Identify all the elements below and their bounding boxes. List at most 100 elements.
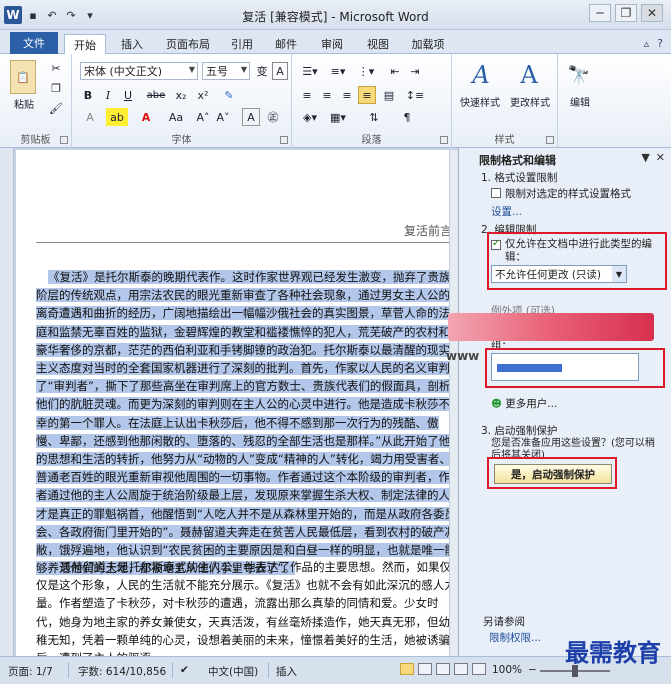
tab-page-layout[interactable]: 页面布局	[158, 34, 218, 54]
font-name-value: 宋体 (中文正文)	[84, 65, 163, 78]
format-settings-link[interactable]: 设置...	[491, 204, 522, 219]
tab-home[interactable]: 开始	[64, 34, 106, 55]
zoom-level[interactable]: 100%	[492, 664, 522, 676]
status-separator	[172, 662, 173, 678]
font-name-combo[interactable]: 宋体 (中文正文) ▼	[80, 62, 198, 80]
chevron-down-icon: ▼	[240, 65, 247, 74]
page-count[interactable]: 页面: 1/7	[8, 664, 53, 679]
draft-view-icon[interactable]	[472, 663, 486, 675]
help-icon[interactable]: ?	[657, 37, 663, 50]
highlight-box-editing	[487, 232, 667, 290]
users-icon: ☻	[491, 398, 502, 410]
web-layout-view-icon[interactable]	[436, 663, 450, 675]
font-size-value: 五号	[206, 65, 228, 78]
font-launcher-icon[interactable]	[280, 136, 288, 144]
tab-file[interactable]: 文件	[10, 32, 58, 54]
pane-controls: ▼ ✕	[641, 151, 665, 164]
document-paragraph-2[interactable]: 聂赫留道夫是托尔斯泰式的主人公，他表达了作品的主要思想。然而，如果仅仅是这个形象…	[36, 558, 458, 656]
enclose-char-icon[interactable]: ㊣	[264, 108, 282, 126]
change-styles-button[interactable]: 更改样式	[504, 94, 556, 109]
tab-view[interactable]: 视图	[360, 34, 396, 54]
borders-icon[interactable]: ▦▾	[326, 108, 350, 126]
word-count[interactable]: 字数: 614/10,856	[78, 664, 166, 679]
insert-mode[interactable]: 插入	[276, 664, 297, 679]
tab-review[interactable]: 审阅	[314, 34, 350, 54]
quick-styles-button[interactable]: 快速样式	[454, 94, 506, 109]
align-left-icon[interactable]: ≡	[298, 86, 316, 104]
sort-icon[interactable]: ⇅	[362, 108, 386, 126]
superscript-button[interactable]: x²	[194, 86, 212, 104]
cut-icon[interactable]: ✂	[48, 60, 64, 76]
change-styles-icon[interactable]: A	[514, 60, 544, 90]
font-size-combo[interactable]: 五号 ▼	[202, 62, 250, 80]
bullets-icon[interactable]: ☰▾	[298, 62, 322, 80]
language-status[interactable]: 中文(中国)	[208, 664, 258, 679]
justify-icon[interactable]: ≡	[358, 86, 376, 104]
increase-indent-icon[interactable]: ⇥	[406, 62, 424, 80]
tab-mailings[interactable]: 邮件	[268, 34, 304, 54]
binoculars-icon[interactable]: 🔭	[566, 62, 592, 88]
minimize-ribbon-icon[interactable]: ▵	[644, 37, 650, 50]
decrease-indent-icon[interactable]: ⇤	[386, 62, 404, 80]
format-restriction-checkbox[interactable]	[491, 188, 501, 198]
quick-styles-icon[interactable]: A	[466, 60, 496, 90]
group-font: 宋体 (中文正文) ▼ 五号 ▼ 变 A B I U abe x₂ x² ✎ A…	[72, 54, 292, 148]
section-3-heading: 3. 启动强制保护	[481, 425, 558, 437]
paragraph-launcher-icon[interactable]	[440, 136, 448, 144]
numbering-icon[interactable]: ≡▾	[326, 62, 350, 80]
show-marks-icon[interactable]: ¶	[398, 108, 416, 126]
group-clipboard: 📋 粘贴 ✂ ❐ 🖌 剪贴板	[0, 54, 72, 148]
line-spacing-icon[interactable]: ↕≡	[404, 86, 426, 104]
highlight-icon[interactable]: ab	[106, 108, 128, 126]
format-painter-icon[interactable]: 🖌	[48, 100, 64, 116]
highlight-box-start	[487, 457, 617, 489]
group-label-styles: 样式	[494, 135, 515, 146]
subscript-button[interactable]: x₂	[172, 86, 190, 104]
char-border-icon[interactable]: A	[272, 62, 288, 80]
italic-button[interactable]: I	[100, 86, 116, 104]
bold-button[interactable]: B	[80, 86, 96, 104]
restrict-editing-pane: 限制格式和编辑 ▼ ✕ 1. 格式设置限制 限制对选定的样式设置格式 设置...…	[458, 148, 671, 656]
group-label-font: 字体	[171, 135, 192, 146]
restore-button[interactable]: ❐	[615, 4, 637, 22]
shrink-font-size-icon[interactable]: A˅	[214, 108, 232, 126]
restrict-permission-link[interactable]: 限制权限...	[489, 630, 541, 645]
document-paragraph-1[interactable]: 《复活》是托尔斯泰的晚期代表作。这时作家世界观已经发生激变，抛弃了贵族阶层的传统…	[36, 268, 458, 577]
align-right-icon[interactable]: ≡	[338, 86, 356, 104]
grow-font-size-icon[interactable]: A˄	[194, 108, 212, 126]
strikethrough-button[interactable]: abe	[144, 86, 168, 104]
outline-view-icon[interactable]	[454, 663, 468, 675]
clipboard-launcher-icon[interactable]	[60, 136, 68, 144]
document-page[interactable]: 复活前言 《复活》是托尔斯泰的晚期代表作。这时作家世界观已经发生激变，抛弃了贵族…	[16, 150, 458, 656]
text-effect-icon[interactable]: A	[80, 108, 100, 126]
styles-launcher-icon[interactable]	[546, 136, 554, 144]
pane-close-icon[interactable]: ✕	[656, 151, 665, 164]
close-button[interactable]: ✕	[641, 4, 663, 22]
watermark-url: www	[446, 349, 480, 363]
tab-addins[interactable]: 加载项	[404, 34, 452, 54]
align-center-icon[interactable]: ≡	[318, 86, 336, 104]
copy-icon[interactable]: ❐	[48, 80, 64, 96]
print-layout-view-icon[interactable]	[400, 663, 414, 675]
grow-font-icon[interactable]: 变	[254, 62, 270, 80]
full-screen-view-icon[interactable]	[418, 663, 432, 675]
underline-button[interactable]: U	[120, 86, 136, 104]
char-shading-icon[interactable]: A	[242, 108, 260, 126]
clear-format-icon[interactable]: ✎	[220, 86, 238, 104]
shading-icon[interactable]: ◈▾	[298, 108, 322, 126]
editing-button[interactable]: 编辑	[558, 94, 602, 109]
distributed-icon[interactable]: ▤	[380, 86, 398, 104]
minimize-button[interactable]: ─	[589, 4, 611, 22]
tab-references[interactable]: 引用	[224, 34, 260, 54]
paste-icon[interactable]: 📋	[10, 60, 36, 94]
change-case-icon[interactable]: Aa	[166, 108, 186, 126]
paste-button[interactable]: 粘贴	[6, 96, 42, 111]
pane-menu-icon[interactable]: ▼	[641, 151, 649, 164]
tab-insert[interactable]: 插入	[112, 34, 152, 54]
ribbon: 📋 粘贴 ✂ ❐ 🖌 剪贴板 宋体 (中文正文) ▼ 五号 ▼ 变 A B I …	[0, 54, 671, 148]
proofing-icon[interactable]: ✔	[180, 664, 189, 676]
more-users-link[interactable]: ☻ 更多用户...	[491, 396, 557, 411]
zoom-out-icon[interactable]: −	[528, 664, 537, 676]
font-color-icon[interactable]: A	[136, 108, 156, 126]
multilevel-list-icon[interactable]: ⋮▾	[354, 62, 378, 80]
